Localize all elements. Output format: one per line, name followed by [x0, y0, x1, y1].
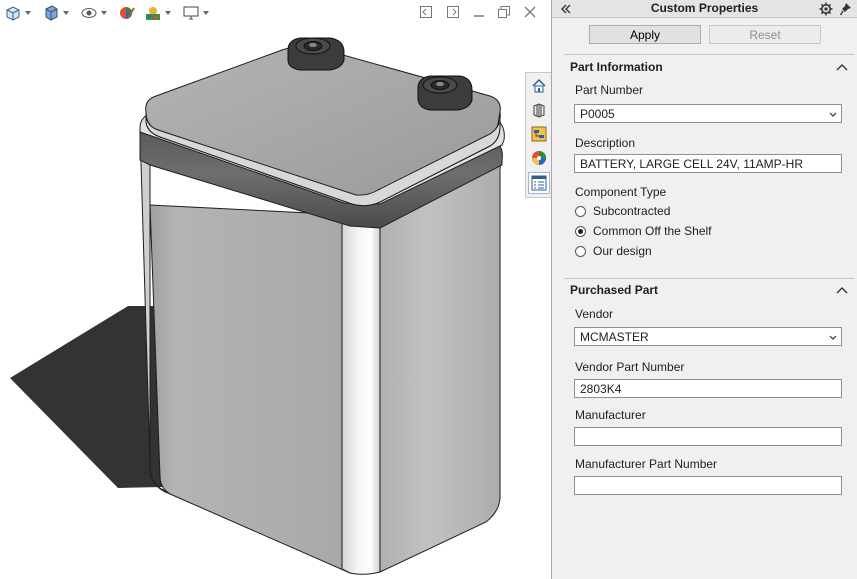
- radio-subcontracted[interactable]: Subcontracted: [575, 203, 670, 219]
- chevron-down-icon: [829, 333, 837, 341]
- custom-properties-icon[interactable]: [528, 172, 550, 194]
- part-number-select[interactable]: P0005: [574, 104, 842, 123]
- part-number-value: P0005: [580, 107, 615, 121]
- terminal-left: [287, 37, 345, 71]
- edit-appearance-icon[interactable]: [116, 3, 138, 23]
- file-explorer-icon[interactable]: [529, 124, 549, 144]
- panel-title: Custom Properties: [650, 1, 759, 15]
- chevron-down-icon: [829, 110, 837, 118]
- part-information-heading: Part Information: [570, 60, 663, 74]
- apply-scene-icon[interactable]: [142, 3, 164, 23]
- custom-properties-panel: Custom Properties Apply Reset Part Infor…: [551, 0, 857, 579]
- view-orientation-dropdown-icon[interactable]: [24, 3, 32, 23]
- view-settings-dropdown-icon[interactable]: [202, 3, 210, 23]
- apply-button[interactable]: Apply: [589, 25, 701, 44]
- apply-scene-dropdown-icon[interactable]: [164, 3, 172, 23]
- battery-front-face: [149, 204, 351, 574]
- terminal-right: [417, 75, 473, 111]
- battery-corner: [341, 209, 381, 575]
- heads-up-view-toolbar: [2, 3, 210, 23]
- vendor-value: MCMASTER: [580, 330, 649, 344]
- design-library-icon[interactable]: [529, 100, 549, 120]
- hide-show-dropdown-icon[interactable]: [100, 3, 108, 23]
- section-divider: [564, 278, 854, 279]
- display-style-dropdown-icon[interactable]: [62, 3, 70, 23]
- section-divider: [564, 54, 854, 55]
- appearances-icon[interactable]: [529, 148, 549, 168]
- vendor-label: Vendor: [575, 307, 614, 321]
- view-orientation-icon[interactable]: [2, 3, 24, 23]
- vendor-select[interactable]: MCMASTER: [574, 327, 842, 346]
- manufacturer-field[interactable]: [574, 427, 842, 446]
- pin-icon[interactable]: [838, 0, 854, 17]
- radio-button-checked-icon[interactable]: [575, 225, 586, 237]
- collapse-purchased-part-icon[interactable]: [836, 285, 848, 295]
- radio-button-icon[interactable]: [575, 205, 586, 217]
- radio-common-off-the-shelf-label: Common Off the Shelf: [593, 224, 712, 238]
- radio-our-design[interactable]: Our design: [575, 243, 652, 259]
- tile-right-icon[interactable]: [445, 4, 461, 20]
- manufacturer-part-number-label: Manufacturer Part Number: [575, 457, 718, 471]
- gear-icon[interactable]: [818, 0, 834, 17]
- panel-header: Custom Properties: [552, 0, 857, 18]
- ground-shadow: [10, 306, 162, 488]
- minimize-icon[interactable]: [471, 4, 487, 20]
- tile-left-icon[interactable]: [418, 4, 434, 20]
- component-type-label: Component Type: [575, 185, 667, 199]
- view-settings-icon[interactable]: [180, 3, 202, 23]
- manufacturer-label: Manufacturer: [575, 408, 646, 422]
- restore-icon[interactable]: [496, 4, 512, 20]
- reset-button[interactable]: Reset: [709, 25, 821, 44]
- radio-subcontracted-label: Subcontracted: [593, 204, 671, 218]
- vendor-part-number-field[interactable]: 2803K4: [574, 379, 842, 398]
- description-field[interactable]: BATTERY, LARGE CELL 24V, 11AMP-HR: [574, 154, 842, 173]
- close-icon[interactable]: [522, 4, 538, 20]
- display-style-icon[interactable]: [40, 3, 62, 23]
- manufacturer-part-number-field[interactable]: [574, 476, 842, 495]
- radio-our-design-label: Our design: [593, 244, 652, 258]
- collapse-part-information-icon[interactable]: [836, 62, 848, 72]
- battery-model[interactable]: [0, 0, 551, 579]
- purchased-part-heading: Purchased Part: [570, 283, 659, 297]
- radio-common-off-the-shelf[interactable]: Common Off the Shelf: [575, 223, 712, 239]
- home-tab-icon[interactable]: [529, 76, 549, 96]
- description-label: Description: [575, 136, 636, 150]
- vendor-part-number-label: Vendor Part Number: [575, 360, 685, 374]
- hide-show-items-icon[interactable]: [78, 3, 100, 23]
- part-number-label: Part Number: [575, 83, 644, 97]
- graphics-viewport[interactable]: [0, 0, 551, 579]
- radio-button-icon[interactable]: [575, 245, 586, 257]
- task-pane-tabs: [525, 72, 551, 198]
